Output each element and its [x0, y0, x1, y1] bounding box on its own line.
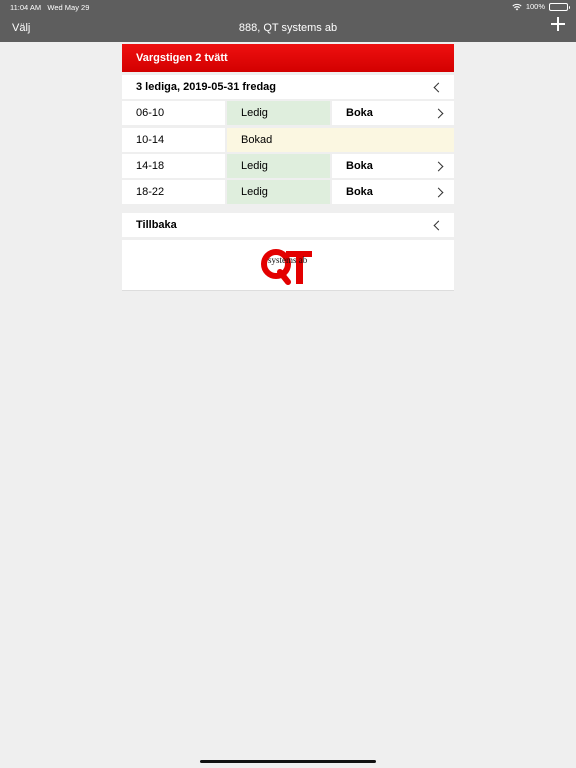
slot-status: Ledig — [227, 180, 330, 204]
book-label: Boka — [346, 107, 373, 119]
slot-row: 06-10 Ledig Boka — [122, 101, 454, 125]
book-button[interactable]: Boka — [332, 180, 454, 204]
book-button[interactable]: Boka — [332, 154, 454, 178]
battery-icon — [549, 2, 570, 11]
add-icon[interactable] — [551, 17, 565, 31]
home-indicator[interactable] — [200, 760, 376, 763]
status-indicators: 100% — [512, 2, 570, 11]
date-label: 3 lediga, 2019-05-31 fredag — [136, 81, 277, 93]
slot-time: 10-14 — [122, 128, 225, 152]
back-label: Tillbaka — [136, 219, 177, 231]
slot-row: 10-14 Bokad — [122, 128, 454, 152]
slot-time: 06-10 — [122, 101, 225, 125]
back-button[interactable]: Tillbaka — [122, 213, 454, 237]
slot-status: Ledig — [227, 154, 330, 178]
logo-text: systems ab — [268, 255, 308, 265]
status-clock: 11:04 AM — [10, 3, 42, 12]
slot-row: 14-18 Ledig Boka — [122, 154, 454, 178]
page-title: 888, QT systems ab — [238, 22, 338, 34]
facility-header: Vargstigen 2 tvätt — [122, 44, 454, 72]
chevron-left-icon — [433, 220, 444, 230]
battery-percent: 100% — [525, 2, 545, 11]
slot-row: 18-22 Ledig Boka — [122, 180, 454, 204]
slot-status: Bokad — [227, 128, 454, 152]
qt-logo: systems ab — [261, 249, 312, 285]
slot-time: 18-22 — [122, 180, 225, 204]
date-row[interactable]: 3 lediga, 2019-05-31 fredag — [122, 75, 454, 99]
navigation-bar: 11:04 AM Wed May 29 100% Välj 888, QT sy… — [0, 0, 576, 42]
slot-status: Ledig — [227, 101, 330, 125]
chevron-left-icon[interactable] — [433, 82, 444, 92]
chevron-right-icon — [433, 161, 444, 171]
chevron-right-icon — [433, 108, 444, 118]
chevron-right-icon — [433, 187, 444, 197]
slot-time: 14-18 — [122, 154, 225, 178]
status-time: 11:04 AM Wed May 29 — [10, 3, 89, 12]
book-button[interactable]: Boka — [332, 101, 454, 125]
wifi-icon — [512, 3, 522, 11]
logo-panel: systems ab — [122, 240, 454, 291]
book-label: Boka — [346, 160, 373, 172]
book-label: Boka — [346, 186, 373, 198]
status-date: Wed May 29 — [47, 3, 90, 12]
